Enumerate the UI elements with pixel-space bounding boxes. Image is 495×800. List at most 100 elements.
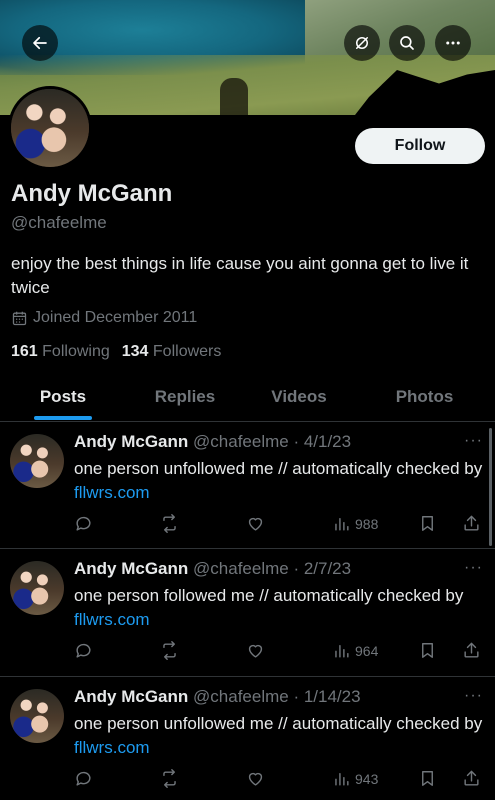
- reply-icon: [76, 771, 91, 786]
- repost-icon: [163, 514, 176, 533]
- tweet-actions: 988: [74, 514, 484, 538]
- back-button[interactable]: [22, 25, 58, 61]
- views-chart-icon: [335, 518, 349, 531]
- repost-button[interactable]: [160, 769, 179, 788]
- repost-button[interactable]: [160, 641, 179, 660]
- tweet-meta: @chafeelme · 4/1/23: [193, 432, 352, 451]
- tweet-avatar[interactable]: [10, 434, 64, 488]
- joined-date: Joined December 2011: [11, 309, 197, 327]
- repost-icon: [163, 769, 176, 788]
- followers-label: Followers: [152, 343, 222, 360]
- search-button[interactable]: [389, 25, 425, 61]
- bookmark-button[interactable]: [418, 514, 437, 533]
- tweet-link[interactable]: fllwrs.com: [74, 483, 150, 502]
- tweet-text-body: one person followed me // automatically …: [74, 586, 464, 605]
- scrollbar[interactable]: [489, 428, 492, 546]
- arrow-left-icon: [33, 36, 47, 50]
- tab-photos[interactable]: Photos: [354, 372, 495, 421]
- heart-icon: [248, 517, 263, 531]
- views-count: 964: [355, 642, 379, 659]
- bookmark-icon: [422, 516, 433, 531]
- bookmark-icon: [422, 643, 433, 658]
- share-icon: [464, 770, 479, 786]
- tab-posts-label: Posts: [39, 386, 87, 406]
- tweet-meta: @chafeelme · 2/7/23: [193, 559, 352, 578]
- calendar-icon: [12, 311, 27, 325]
- tab-replies-label: Replies: [154, 386, 216, 406]
- tweet-actions: 964: [74, 641, 484, 665]
- like-button[interactable]: [246, 514, 265, 533]
- share-icon: [464, 515, 479, 531]
- notifications-off-icon: [356, 37, 368, 49]
- reply-button[interactable]: [74, 769, 93, 788]
- like-button[interactable]: [246, 769, 265, 788]
- tab-replies[interactable]: Replies: [126, 372, 244, 421]
- tab-photos-label: Photos: [395, 386, 454, 406]
- following-count: 161: [11, 343, 38, 360]
- tweet[interactable]: Andy McGann @chafeelme · 4/1/23 ··· one …: [0, 422, 495, 549]
- avatar-photo: [11, 89, 89, 167]
- more-options-button[interactable]: [435, 25, 471, 61]
- share-button[interactable]: [462, 514, 481, 533]
- tweet-header: Andy McGann @chafeelme · 1/14/23: [74, 687, 361, 707]
- tweet-text: one person unfollowed me // automaticall…: [74, 457, 486, 505]
- tweet-author-name[interactable]: Andy McGann: [74, 432, 188, 451]
- tweet-header: Andy McGann @chafeelme · 4/1/23: [74, 432, 351, 452]
- like-button[interactable]: [246, 641, 265, 660]
- tweet-text: one person followed me // automatically …: [74, 584, 486, 632]
- profile-handle: @chafeelme: [11, 213, 107, 232]
- repost-button[interactable]: [160, 514, 179, 533]
- notifications-toggle-button[interactable]: [344, 25, 380, 61]
- share-button[interactable]: [462, 641, 481, 660]
- tweet-text-body: one person unfollowed me // automaticall…: [74, 459, 483, 478]
- tweet[interactable]: Andy McGann @chafeelme · 1/14/23 ··· one…: [0, 677, 495, 800]
- reply-icon: [76, 643, 91, 658]
- tab-posts[interactable]: Posts: [0, 372, 126, 421]
- more-icon: [446, 41, 460, 45]
- tweet-header: Andy McGann @chafeelme · 2/7/23: [74, 559, 351, 579]
- tweet-avatar[interactable]: [10, 561, 64, 615]
- repost-icon: [163, 641, 176, 660]
- tweet-more-icon[interactable]: ···: [464, 687, 483, 705]
- bookmark-button[interactable]: [418, 769, 437, 788]
- following-link[interactable]: 161 Following: [11, 343, 110, 361]
- tweet-author-name[interactable]: Andy McGann: [74, 559, 188, 578]
- tweet-author-name[interactable]: Andy McGann: [74, 687, 188, 706]
- tweet[interactable]: Andy McGann @chafeelme · 2/7/23 ··· one …: [0, 549, 495, 677]
- views-button[interactable]: 943: [332, 769, 378, 788]
- views-count: 988: [355, 515, 379, 532]
- tweet-meta: @chafeelme · 1/14/23: [193, 687, 361, 706]
- following-label: Following: [42, 343, 110, 360]
- followers-link[interactable]: 134 Followers: [122, 343, 222, 361]
- views-chart-icon: [335, 645, 349, 658]
- views-button[interactable]: 964: [332, 641, 378, 660]
- heart-icon: [248, 772, 263, 786]
- followers-count: 134: [121, 343, 149, 360]
- follow-stats: 161 Following 134 Followers: [11, 343, 221, 361]
- views-count: 943: [355, 770, 379, 787]
- tab-videos[interactable]: Videos: [244, 372, 354, 421]
- reply-button[interactable]: [74, 514, 93, 533]
- tweet-text: one person unfollowed me // automaticall…: [74, 712, 486, 760]
- tweet-more-icon[interactable]: ···: [464, 559, 483, 577]
- follow-button[interactable]: Follow: [355, 128, 485, 164]
- profile-avatar[interactable]: [8, 86, 92, 170]
- tweet-link[interactable]: fllwrs.com: [74, 610, 150, 629]
- profile-name: Andy McGann: [11, 180, 173, 207]
- reply-button[interactable]: [74, 641, 93, 660]
- profile-tabs: Posts Replies Videos Photos: [0, 372, 495, 422]
- views-button[interactable]: 988: [332, 514, 378, 533]
- tweet-actions: 943: [74, 769, 484, 793]
- tweet-link[interactable]: fllwrs.com: [74, 738, 150, 757]
- share-icon: [464, 642, 479, 658]
- tweet-avatar[interactable]: [10, 689, 64, 743]
- active-tab-indicator: [34, 416, 92, 420]
- views-chart-icon: [335, 773, 349, 786]
- search-icon: [400, 36, 414, 50]
- reply-icon: [76, 516, 91, 531]
- bookmark-button[interactable]: [418, 641, 437, 660]
- heart-icon: [248, 644, 263, 658]
- share-button[interactable]: [462, 769, 481, 788]
- tweet-more-icon[interactable]: ···: [464, 432, 483, 450]
- avatar-photo: [10, 434, 64, 488]
